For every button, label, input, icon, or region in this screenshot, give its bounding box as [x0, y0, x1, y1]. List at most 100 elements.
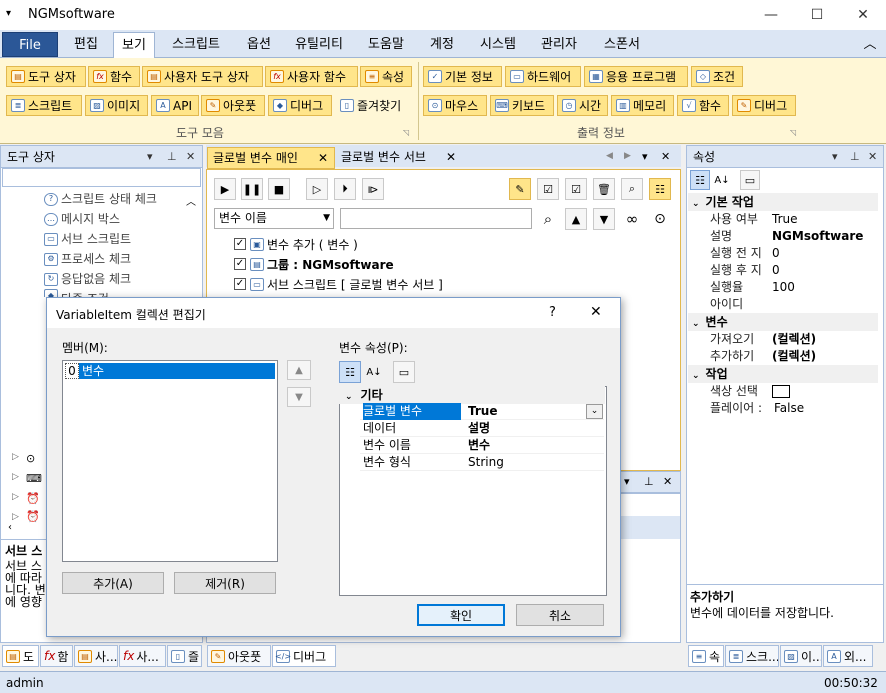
remove-button[interactable]: 제거(R) [174, 572, 276, 594]
close-tab-icon[interactable]: ✕ [446, 147, 456, 167]
properties-button[interactable]: ≡ 속성 [360, 66, 412, 87]
property-category[interactable]: ⌄ 기타 [339, 386, 605, 404]
pane-menu-icon[interactable]: ▾ [832, 146, 838, 168]
tab-favorites[interactable]: ▯ 즐 [167, 645, 202, 667]
property-row[interactable]: 가져오기 (컬렉션) [688, 331, 878, 348]
toolbox-item-process-check[interactable]: ⚙ 프로세스 체크 [44, 249, 131, 269]
file-menu[interactable]: File [2, 32, 58, 57]
toolbox-item-message-box[interactable]: … 메시지 박스 [44, 209, 120, 229]
ok-button[interactable]: 확인 [417, 604, 505, 626]
property-pages-icon[interactable]: ▭ [393, 361, 415, 383]
expand-icon[interactable]: ▷ [12, 492, 19, 502]
move-up-icon[interactable]: ▲ [565, 208, 587, 230]
toolbox-item-script-status[interactable]: ? 스크립트 상태 체크 [44, 189, 157, 209]
tab-script[interactable]: 스크립트 [165, 32, 227, 57]
step-icon[interactable]: ▷ [306, 178, 328, 200]
application-button[interactable]: ▦ 응용 프로그램 [584, 66, 688, 87]
property-row[interactable]: 실행 전 지0 [688, 245, 878, 262]
tab-toolbox[interactable]: ▤ 도 [2, 645, 39, 667]
sort-az-icon[interactable]: A↓ [363, 361, 385, 383]
minimize-button[interactable]: — [748, 3, 794, 27]
hardware-button[interactable]: ▭ 하드웨어 [505, 66, 581, 87]
image-button[interactable]: ▨ 이미지 [85, 95, 148, 116]
pin-icon[interactable]: ⊥ [167, 146, 177, 168]
tab-image[interactable]: ▨ 이... [780, 645, 822, 667]
list-item[interactable]: ✓ ▤ 그룹 : NGMsoftware [234, 254, 394, 274]
memory-button[interactable]: ▥ 메모리 [611, 95, 674, 116]
tab-sponsor[interactable]: 스폰서 [596, 32, 648, 57]
property-row[interactable]: 글로벌 변수 True ⌄ [360, 403, 604, 420]
expand-icon[interactable]: ▷ [12, 512, 19, 522]
toolbox-button[interactable]: ▤ 도구 상자 [6, 66, 86, 87]
add-button[interactable]: 추가(A) [62, 572, 164, 594]
move-down-icon[interactable]: ▼ [287, 387, 311, 407]
maximize-button[interactable]: ☐ [794, 3, 840, 27]
output-debug-button[interactable]: ✎ 디버그 [732, 95, 796, 116]
scroll-tabs-left-icon[interactable]: ◀ [606, 151, 613, 161]
toolbox-item-sub-script[interactable]: ▭ 서브 스크립트 [44, 229, 131, 249]
debug-button[interactable]: ◆ 디버그 [268, 95, 332, 116]
tab-api[interactable]: A 외... [823, 645, 873, 667]
property-row[interactable]: 플레이어 : False [688, 400, 878, 417]
condition-button[interactable]: ◇ 조건 [691, 66, 743, 87]
property-row[interactable]: 색상 선택 [688, 383, 878, 400]
categorized-icon[interactable]: ☷ [339, 361, 361, 383]
variable-name-combo[interactable]: 변수 이름 ▼ [214, 208, 334, 229]
close-document-icon[interactable]: ✕ [661, 150, 670, 163]
checkbox[interactable]: ✓ [234, 278, 246, 290]
edit-icon[interactable]: ✎ [509, 178, 531, 200]
property-row[interactable]: 사용 여부 True [688, 211, 878, 228]
tab-global-variable-sub[interactable]: 글로벌 변수 서브 ✕ [336, 147, 464, 169]
pause-icon[interactable]: ❚❚ [241, 178, 263, 200]
tab-global-variable-main[interactable]: 글로벌 변수 매인 ✕ [207, 147, 335, 169]
play-icon[interactable]: ▶ [214, 178, 236, 200]
time-button[interactable]: ◷ 시간 [557, 95, 608, 116]
tab-user-function[interactable]: fx 사... [119, 645, 166, 667]
link-icon[interactable]: ∞ [621, 208, 643, 230]
pin-icon[interactable]: ⊥ [644, 475, 654, 488]
categorized-icon[interactable]: ☷ [690, 170, 710, 190]
tab-view[interactable]: 보기 [113, 32, 155, 59]
property-row[interactable]: 변수 이름 변수 [360, 437, 604, 454]
check-all-icon[interactable]: ☑ [537, 178, 559, 200]
search-icon[interactable]: ⌕ [621, 178, 643, 200]
property-row[interactable]: 실행율 100 [688, 279, 878, 296]
collapse-icon[interactable]: ⌄ [345, 392, 353, 402]
expand-icon[interactable]: ▷ [12, 452, 19, 462]
move-up-icon[interactable]: ▲ [287, 360, 311, 380]
close-button[interactable]: ✕ [840, 3, 886, 27]
doc-search-input[interactable] [340, 208, 532, 229]
tab-system[interactable]: 시스템 [472, 32, 524, 57]
property-row[interactable]: 변수 형식 String [360, 454, 604, 471]
keyboard-button[interactable]: ⌨ 키보드 [490, 95, 554, 116]
chevron-down-icon[interactable]: ⌄ [586, 404, 603, 419]
tab-list-icon[interactable]: ▾ [642, 150, 648, 163]
tab-admin[interactable]: 관리자 [533, 32, 585, 57]
property-row[interactable]: 설명 NGMsoftware [688, 228, 878, 245]
pin-icon[interactable]: ⊥ [850, 146, 860, 168]
tab-properties[interactable]: ≡ 속 [688, 645, 724, 667]
scroll-up-icon[interactable]: ︿ [186, 193, 196, 208]
mouse-button[interactable]: ⊙ 마우스 [423, 95, 487, 116]
search-icon[interactable]: ⌕ [537, 208, 559, 230]
tree-icon[interactable]: ☷ [649, 178, 671, 200]
pane-menu-icon[interactable]: ▾ [147, 146, 153, 168]
property-category[interactable]: ⌄ 변수 [688, 313, 878, 331]
list-item[interactable]: ✓ ▣ 변수 추가 ( 변수 ) [234, 234, 358, 254]
tab-user-toolbox[interactable]: ▤ 사... [74, 645, 118, 667]
script-button[interactable]: ≣ 스크립트 [6, 95, 82, 116]
stop-icon[interactable]: ■ [268, 178, 290, 200]
tab-output[interactable]: ✎ 아웃풋 [207, 645, 271, 667]
system-menu-icon[interactable]: ▾ [6, 8, 11, 19]
list-item[interactable]: ✓ ▭ 서브 스크립트 [ 글로벌 변수 서브 ] [234, 274, 443, 294]
collapse-ribbon-icon[interactable]: ︿ [860, 32, 880, 57]
checkbox[interactable]: ✓ [234, 258, 246, 270]
members-list[interactable]: 0 변수 [62, 360, 278, 562]
property-row[interactable]: 아이디 [688, 296, 878, 313]
tab-options[interactable]: 옵션 [237, 32, 281, 57]
api-button[interactable]: A API [151, 95, 199, 116]
user-toolbox-button[interactable]: ▤ 사용자 도구 상자 [142, 66, 263, 87]
expand-icon[interactable]: ▷ [12, 472, 19, 482]
tab-debug[interactable]: </> 디버그 [272, 645, 336, 667]
toolbox-search-input[interactable] [2, 168, 201, 187]
